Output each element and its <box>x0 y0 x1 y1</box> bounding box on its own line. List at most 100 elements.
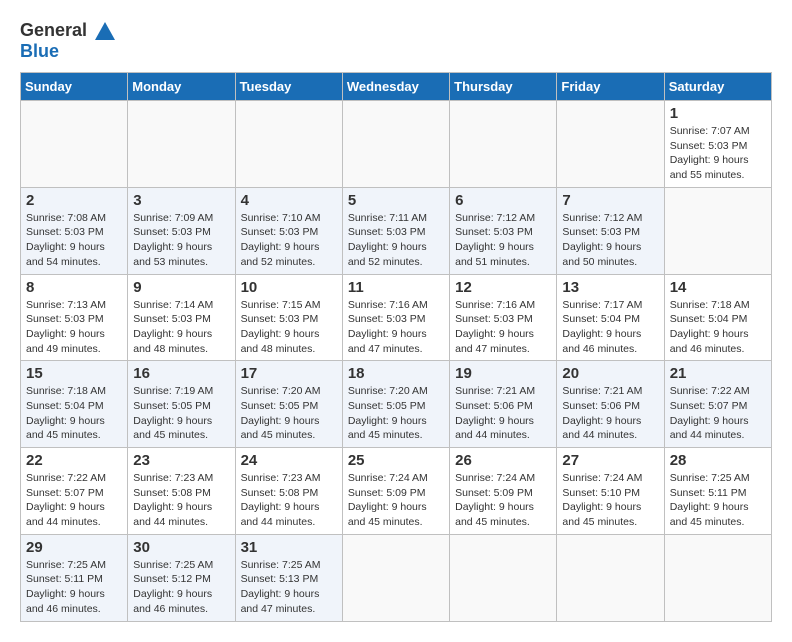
day-number: 25 <box>348 452 444 469</box>
weekday-header: Sunday <box>21 73 128 101</box>
day-number: 28 <box>670 452 766 469</box>
day-info: Sunrise: 7:15 AMSunset: 5:03 PMDaylight:… <box>241 298 337 357</box>
day-number: 17 <box>241 365 337 382</box>
day-number: 21 <box>670 365 766 382</box>
empty-cell <box>664 187 771 274</box>
calendar-day: 6 Sunrise: 7:12 AMSunset: 5:03 PMDaylight… <box>450 187 557 274</box>
weekday-header: Thursday <box>450 73 557 101</box>
empty-cell <box>664 534 771 621</box>
calendar-day: 30 Sunrise: 7:25 AMSunset: 5:12 PMDayligh… <box>128 534 235 621</box>
day-info: Sunrise: 7:23 AMSunset: 5:08 PMDaylight:… <box>241 471 337 530</box>
day-number: 14 <box>670 279 766 296</box>
day-number: 24 <box>241 452 337 469</box>
day-info: Sunrise: 7:25 AMSunset: 5:12 PMDaylight:… <box>133 558 229 617</box>
calendar-day: 27 Sunrise: 7:24 AMSunset: 5:10 PMDayligh… <box>557 448 664 535</box>
calendar-day: 16Sunrise: 7:19 AMSunset: 5:05 PMDayligh… <box>128 361 235 448</box>
empty-cell <box>128 101 235 188</box>
day-number: 9 <box>133 279 229 296</box>
weekday-header: Monday <box>128 73 235 101</box>
day-number: 3 <box>133 192 229 209</box>
page-header: General Blue <box>20 20 772 62</box>
calendar-week-row: 2Sunrise: 7:08 AMSunset: 5:03 PMDaylight… <box>21 187 772 274</box>
calendar-day: 29 Sunrise: 7:25 AMSunset: 5:11 PMDayligh… <box>21 534 128 621</box>
calendar-table: SundayMondayTuesdayWednesdayThursdayFrid… <box>20 72 772 622</box>
day-number: 15 <box>26 365 122 382</box>
calendar-day: 26 Sunrise: 7:24 AMSunset: 5:09 PMDayligh… <box>450 448 557 535</box>
day-number: 13 <box>562 279 658 296</box>
day-number: 12 <box>455 279 551 296</box>
day-number: 7 <box>562 192 658 209</box>
day-info: Sunrise: 7:18 AMSunset: 5:04 PMDaylight:… <box>670 298 766 357</box>
day-number: 30 <box>133 539 229 556</box>
calendar-day: 22Sunrise: 7:22 AMSunset: 5:07 PMDayligh… <box>21 448 128 535</box>
calendar-day: 31Sunrise: 7:25 AMSunset: 5:13 PMDayligh… <box>235 534 342 621</box>
day-info: Sunrise: 7:21 AMSunset: 5:06 PMDaylight:… <box>455 384 551 443</box>
empty-cell <box>235 101 342 188</box>
day-info: Sunrise: 7:25 AMSunset: 5:11 PMDaylight:… <box>670 471 766 530</box>
calendar-week-row: 1Sunrise: 7:07 AMSunset: 5:03 PMDaylight… <box>21 101 772 188</box>
day-info: Sunrise: 7:18 AMSunset: 5:04 PMDaylight:… <box>26 384 122 443</box>
calendar-day: 9 Sunrise: 7:14 AMSunset: 5:03 PMDaylight… <box>128 274 235 361</box>
day-info: Sunrise: 7:21 AMSunset: 5:06 PMDaylight:… <box>562 384 658 443</box>
day-info: Sunrise: 7:16 AMSunset: 5:03 PMDaylight:… <box>455 298 551 357</box>
calendar-day: 8 Sunrise: 7:13 AMSunset: 5:03 PMDaylight… <box>21 274 128 361</box>
day-number: 11 <box>348 279 444 296</box>
weekday-header: Wednesday <box>342 73 449 101</box>
calendar-day: 14 Sunrise: 7:18 AMSunset: 5:04 PMDayligh… <box>664 274 771 361</box>
day-number: 18 <box>348 365 444 382</box>
calendar-day: 5 Sunrise: 7:11 AMSunset: 5:03 PMDaylight… <box>342 187 449 274</box>
day-info: Sunrise: 7:25 AMSunset: 5:11 PMDaylight:… <box>26 558 122 617</box>
calendar-day: 7 Sunrise: 7:12 AMSunset: 5:03 PMDaylight… <box>557 187 664 274</box>
day-number: 2 <box>26 192 122 209</box>
day-info: Sunrise: 7:14 AMSunset: 5:03 PMDaylight:… <box>133 298 229 357</box>
day-number: 6 <box>455 192 551 209</box>
day-info: Sunrise: 7:13 AMSunset: 5:03 PMDaylight:… <box>26 298 122 357</box>
day-info: Sunrise: 7:24 AMSunset: 5:10 PMDaylight:… <box>562 471 658 530</box>
day-info: Sunrise: 7:17 AMSunset: 5:04 PMDaylight:… <box>562 298 658 357</box>
weekday-header: Friday <box>557 73 664 101</box>
calendar-week-row: 8 Sunrise: 7:13 AMSunset: 5:03 PMDaylight… <box>21 274 772 361</box>
day-info: Sunrise: 7:22 AMSunset: 5:07 PMDaylight:… <box>670 384 766 443</box>
day-number: 5 <box>348 192 444 209</box>
calendar-day: 23Sunrise: 7:23 AMSunset: 5:08 PMDayligh… <box>128 448 235 535</box>
logo-general-text: General <box>20 20 87 41</box>
day-info: Sunrise: 7:23 AMSunset: 5:08 PMDaylight:… <box>133 471 229 530</box>
empty-cell <box>342 101 449 188</box>
day-info: Sunrise: 7:10 AMSunset: 5:03 PMDaylight:… <box>241 211 337 270</box>
empty-cell <box>342 534 449 621</box>
calendar-day: 4 Sunrise: 7:10 AMSunset: 5:03 PMDaylight… <box>235 187 342 274</box>
calendar-day: 3Sunrise: 7:09 AMSunset: 5:03 PMDaylight… <box>128 187 235 274</box>
calendar-day: 2Sunrise: 7:08 AMSunset: 5:03 PMDaylight… <box>21 187 128 274</box>
calendar-week-row: 29 Sunrise: 7:25 AMSunset: 5:11 PMDayligh… <box>21 534 772 621</box>
day-info: Sunrise: 7:24 AMSunset: 5:09 PMDaylight:… <box>455 471 551 530</box>
calendar-day: 18 Sunrise: 7:20 AMSunset: 5:05 PMDayligh… <box>342 361 449 448</box>
calendar-day: 28 Sunrise: 7:25 AMSunset: 5:11 PMDayligh… <box>664 448 771 535</box>
day-number: 4 <box>241 192 337 209</box>
calendar-day: 19 Sunrise: 7:21 AMSunset: 5:06 PMDayligh… <box>450 361 557 448</box>
calendar-day: 17 Sunrise: 7:20 AMSunset: 5:05 PMDayligh… <box>235 361 342 448</box>
day-number: 29 <box>26 539 122 556</box>
day-number: 26 <box>455 452 551 469</box>
day-info: Sunrise: 7:11 AMSunset: 5:03 PMDaylight:… <box>348 211 444 270</box>
day-info: Sunrise: 7:20 AMSunset: 5:05 PMDaylight:… <box>241 384 337 443</box>
day-number: 16 <box>133 365 229 382</box>
day-number: 19 <box>455 365 551 382</box>
day-info: Sunrise: 7:22 AMSunset: 5:07 PMDaylight:… <box>26 471 122 530</box>
day-number: 8 <box>26 279 122 296</box>
day-info: Sunrise: 7:12 AMSunset: 5:03 PMDaylight:… <box>562 211 658 270</box>
logo-blue-text: Blue <box>20 41 59 62</box>
empty-cell <box>557 534 664 621</box>
calendar-day: 1Sunrise: 7:07 AMSunset: 5:03 PMDaylight… <box>664 101 771 188</box>
calendar-day: 12 Sunrise: 7:16 AMSunset: 5:03 PMDayligh… <box>450 274 557 361</box>
day-number: 27 <box>562 452 658 469</box>
weekday-header: Saturday <box>664 73 771 101</box>
calendar-week-row: 15 Sunrise: 7:18 AMSunset: 5:04 PMDayligh… <box>21 361 772 448</box>
calendar-day: 13 Sunrise: 7:17 AMSunset: 5:04 PMDayligh… <box>557 274 664 361</box>
day-number: 1 <box>670 105 766 122</box>
day-info: Sunrise: 7:20 AMSunset: 5:05 PMDaylight:… <box>348 384 444 443</box>
weekday-header: Tuesday <box>235 73 342 101</box>
logo-icon <box>95 22 115 40</box>
calendar-day: 21 Sunrise: 7:22 AMSunset: 5:07 PMDayligh… <box>664 361 771 448</box>
empty-cell <box>557 101 664 188</box>
day-info: Sunrise: 7:12 AMSunset: 5:03 PMDaylight:… <box>455 211 551 270</box>
